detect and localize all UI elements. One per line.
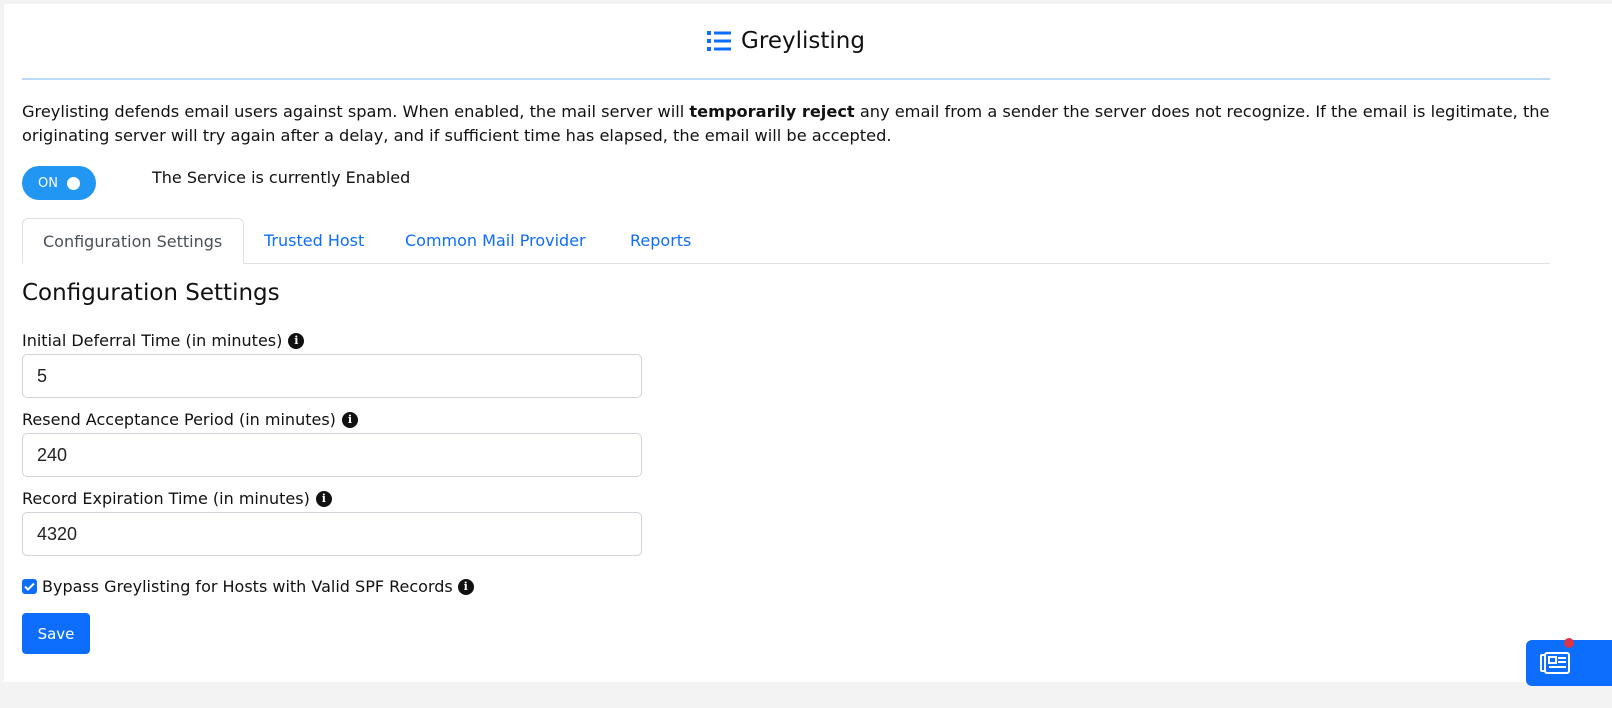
record-expiration-label: Record Expiration Time (in minutes) i — [22, 489, 332, 508]
resend-acceptance-label: Resend Acceptance Period (in minutes) i — [22, 410, 358, 429]
checkmark-icon — [24, 582, 35, 591]
info-icon[interactable]: i — [341, 411, 358, 428]
bypass-spf-checkbox[interactable] — [22, 579, 37, 594]
page-title-text: Greylisting — [741, 28, 865, 54]
tab-label: Common Mail Provider — [405, 230, 586, 250]
tab-common-mail-provider[interactable]: Common Mail Provider — [385, 218, 606, 262]
bypass-spf-row: Bypass Greylisting for Hosts with Valid … — [22, 577, 474, 596]
tab-trusted-host[interactable]: Trusted Host — [244, 218, 384, 262]
news-widget-button[interactable] — [1526, 638, 1612, 686]
bypass-spf-label: Bypass Greylisting for Hosts with Valid … — [42, 577, 453, 596]
page-header: Greylisting — [22, 4, 1550, 80]
service-status-text: The Service is currently Enabled — [152, 168, 411, 187]
page-title: Greylisting — [707, 28, 865, 54]
tab-reports[interactable]: Reports — [610, 218, 711, 262]
description-start: Greylisting defends email users against … — [22, 102, 690, 121]
info-icon[interactable]: i — [315, 490, 332, 507]
label-text: Initial Deferral Time (in minutes) — [22, 331, 283, 350]
info-icon[interactable]: i — [457, 578, 474, 595]
tab-label: Trusted Host — [264, 230, 365, 250]
description-emphasis: temporarily reject — [689, 102, 855, 121]
list-icon — [707, 30, 732, 52]
initial-deferral-input[interactable] — [22, 354, 642, 398]
label-text: Record Expiration Time (in minutes) — [22, 489, 310, 508]
tab-label: Reports — [630, 230, 692, 250]
initial-deferral-label: Initial Deferral Time (in minutes) i — [22, 331, 305, 350]
toggle-knob — [66, 176, 80, 190]
toggle-label: ON — [38, 175, 58, 191]
tab-bar: Configuration Settings Trusted Host Comm… — [22, 218, 1550, 264]
save-button[interactable]: Save — [22, 613, 90, 654]
tab-label: Configuration Settings — [43, 231, 223, 251]
resend-acceptance-input[interactable] — [22, 433, 642, 477]
record-expiration-input[interactable] — [22, 512, 642, 556]
notification-badge — [1564, 638, 1574, 648]
info-icon[interactable]: i — [288, 332, 305, 349]
section-title: Configuration Settings — [22, 280, 280, 306]
tab-configuration-settings[interactable]: Configuration Settings — [22, 218, 244, 264]
description: Greylisting defends email users against … — [22, 100, 1552, 148]
label-text: Resend Acceptance Period (in minutes) — [22, 410, 336, 429]
greylisting-panel: Greylisting Greylisting defends email us… — [4, 4, 1612, 682]
newspaper-icon — [1540, 652, 1570, 674]
service-toggle[interactable]: ON — [22, 166, 96, 200]
